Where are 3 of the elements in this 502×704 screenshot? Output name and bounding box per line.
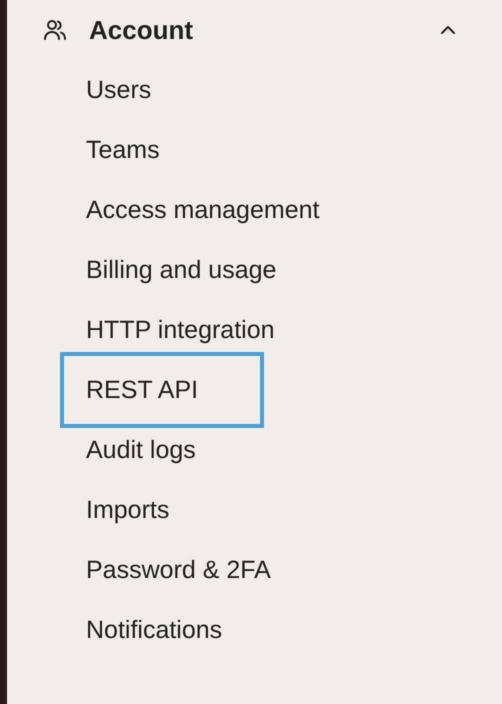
section-title: Account: [89, 14, 194, 46]
users-icon: [43, 19, 67, 41]
nav-item[interactable]: REST API: [60, 352, 264, 428]
